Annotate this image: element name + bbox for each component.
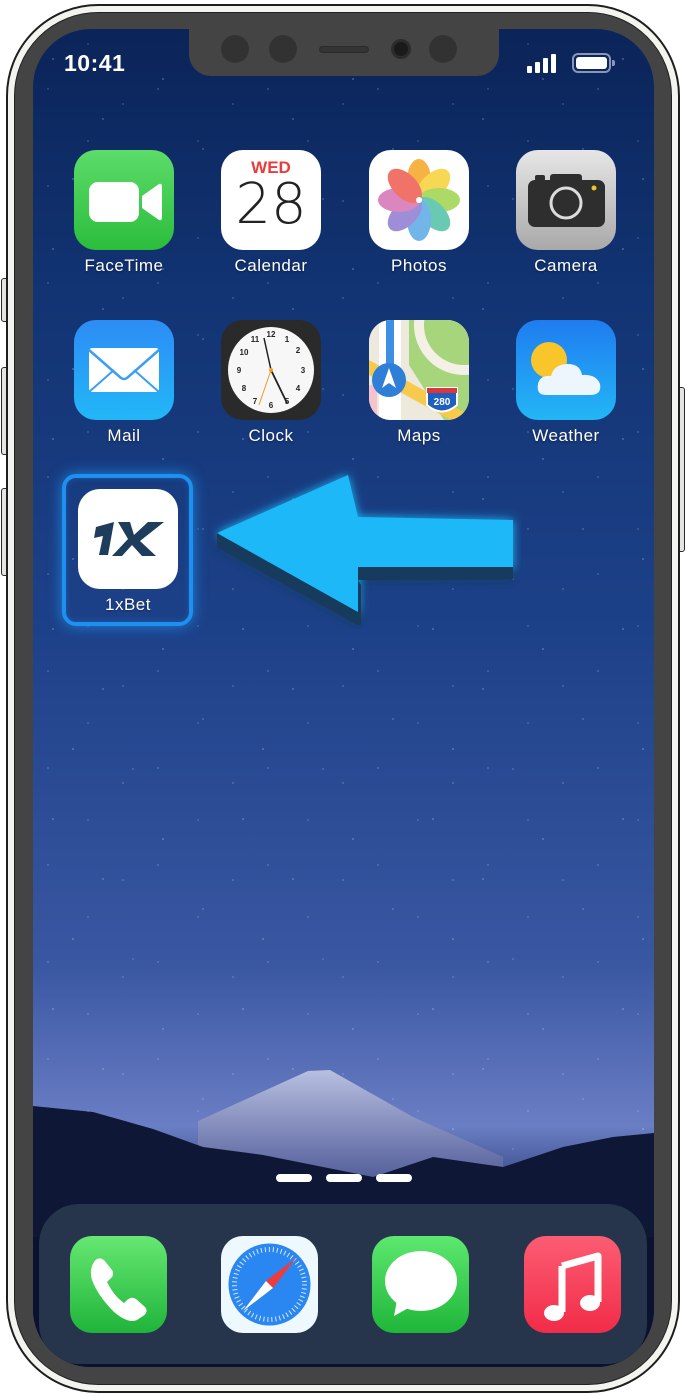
1x-logo-icon: [78, 489, 178, 589]
dock-app-phone[interactable]: [70, 1236, 167, 1333]
dock-app-music[interactable]: [524, 1236, 621, 1333]
app-label: FaceTime: [84, 256, 164, 275]
calendar-icon: WED 28: [221, 150, 321, 250]
dock-app-safari[interactable]: [221, 1236, 318, 1333]
app-weather[interactable]: Weather: [506, 320, 626, 446]
photos-flower-icon: [369, 150, 469, 250]
sensor-icon: [269, 35, 297, 63]
battery-icon: [572, 53, 611, 73]
cellular-signal-icon: [527, 53, 557, 73]
calendar-date: 28: [235, 172, 307, 237]
svg-text:12: 12: [267, 330, 276, 339]
app-camera[interactable]: Camera: [506, 150, 626, 276]
svg-text:1: 1: [285, 335, 290, 344]
compass-icon: [228, 1243, 311, 1326]
svg-text:2: 2: [296, 346, 301, 355]
svg-text:3: 3: [301, 366, 306, 375]
page-dot[interactable]: [276, 1174, 312, 1182]
dock: [39, 1204, 647, 1364]
app-label: Mail: [107, 426, 141, 445]
video-camera-icon: [74, 150, 174, 250]
app-label: Clock: [248, 426, 294, 445]
svg-text:8: 8: [242, 384, 247, 393]
app-maps[interactable]: 280 Maps: [359, 320, 479, 446]
app-mail[interactable]: Mail: [64, 320, 184, 446]
app-clock[interactable]: 1212 345 678 91011 Clock: [211, 320, 331, 446]
page-dot[interactable]: [376, 1174, 412, 1182]
phone-handset-icon: [90, 1258, 147, 1321]
music-note-icon: [544, 1252, 602, 1321]
left-arrow-icon: [217, 475, 513, 625]
svg-text:7: 7: [253, 397, 258, 406]
page-dot[interactable]: [326, 1174, 362, 1182]
svg-text:9: 9: [237, 366, 242, 375]
status-time: 10:41: [64, 50, 126, 76]
app-label: Camera: [534, 256, 598, 275]
svg-text:10: 10: [240, 348, 249, 357]
app-1xbet[interactable]: 1xBet: [68, 489, 188, 615]
app-facetime[interactable]: FaceTime: [64, 150, 184, 276]
notch: [189, 29, 499, 76]
sensor-icon: [221, 35, 249, 63]
svg-text:6: 6: [269, 401, 274, 410]
dock-app-messages[interactable]: [372, 1236, 469, 1333]
svg-text:4: 4: [296, 384, 301, 393]
page-indicator[interactable]: [276, 1174, 412, 1182]
battery-tip: [612, 60, 615, 66]
app-label: Maps: [397, 426, 441, 445]
front-camera-icon: [391, 39, 411, 59]
app-photos[interactable]: Photos: [359, 150, 479, 276]
envelope-icon: [74, 320, 174, 420]
sensor-icon: [429, 35, 457, 63]
app-label: Weather: [532, 426, 600, 445]
map-icon: 280: [369, 320, 469, 420]
clock-face-icon: 1212 345 678 91011: [221, 320, 321, 420]
svg-text:11: 11: [251, 335, 260, 344]
app-label: 1xBet: [105, 595, 151, 614]
app-calendar[interactable]: WED 28 Calendar: [211, 150, 331, 276]
speaker-grille: [319, 46, 369, 53]
speech-bubble-icon: [385, 1251, 457, 1316]
home-screen: 10:41 FaceTime WED 28 Calendar Photos Ca…: [33, 29, 654, 1367]
app-label: Calendar: [234, 256, 308, 275]
highway-shield-label: 280: [434, 397, 451, 408]
app-label: Photos: [391, 256, 447, 275]
sun-cloud-icon: [516, 320, 616, 420]
camera-icon: [516, 150, 616, 250]
